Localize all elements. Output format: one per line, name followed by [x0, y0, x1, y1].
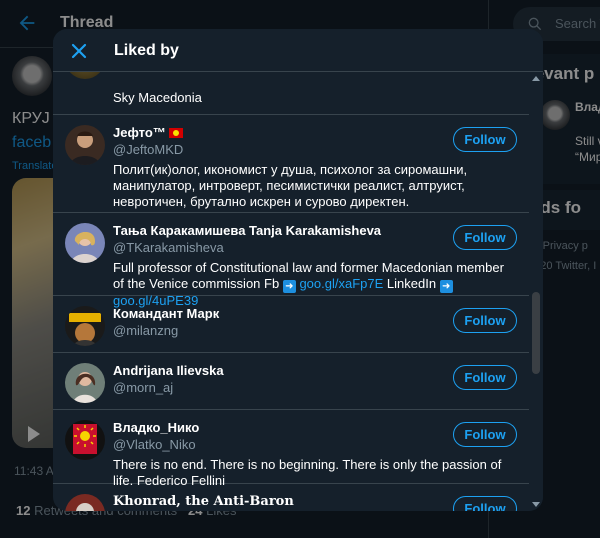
list-item[interactable]: Командант Марк @milanzng Follow	[53, 296, 529, 353]
scroll-up-icon[interactable]	[532, 76, 540, 81]
modal-title: Liked by	[114, 42, 179, 59]
modal-header: Liked by	[53, 29, 543, 72]
follow-button[interactable]: Follow	[453, 422, 517, 447]
list-item[interactable]: Владко_Нико @Vlatko_Niko There is no end…	[53, 410, 529, 488]
follow-button[interactable]: Follow	[453, 365, 517, 390]
scrollbar[interactable]	[529, 72, 543, 511]
follow-button[interactable]: Follow	[453, 127, 517, 152]
user-avatar[interactable]	[65, 363, 105, 403]
list-item[interactable]: Јефто™ @JeftoMKD Полит(ик)олог, икономис…	[53, 115, 529, 213]
close-icon[interactable]	[67, 39, 91, 63]
follow-button[interactable]: Follow	[453, 308, 517, 333]
user-bio: Sky Macedonia	[113, 90, 202, 105]
user-avatar[interactable]	[65, 72, 105, 79]
bio-link[interactable]: goo.gl/xaFp7E	[299, 276, 383, 291]
user-avatar[interactable]	[65, 306, 105, 346]
liked-by-modal: Liked by Sky Macedonia Јефто™ @JeftoMKD …	[53, 29, 543, 511]
right-arrow-icon: ➜	[439, 280, 453, 293]
user-avatar[interactable]	[65, 125, 105, 165]
list-item[interactable]: Andrijana Ilievska @morn_aj Follow	[53, 353, 529, 410]
scroll-down-icon[interactable]	[532, 502, 540, 507]
macedonia-flag-icon	[168, 128, 183, 138]
follow-button[interactable]: Follow	[453, 225, 517, 250]
user-avatar[interactable]	[65, 420, 105, 460]
user-avatar[interactable]	[65, 494, 105, 511]
follow-button[interactable]: Follow	[453, 496, 517, 511]
user-avatar[interactable]	[65, 223, 105, 263]
list-item[interactable]: Тања Каракамишева Tanja Karakamisheva @T…	[53, 213, 529, 308]
liked-by-list[interactable]: Sky Macedonia Јефто™ @JeftoMKD Полит(ик)…	[53, 72, 529, 511]
list-item[interactable]: Khonrad, the Anti-Baron Follow	[53, 484, 529, 511]
list-item[interactable]: Sky Macedonia	[53, 72, 529, 115]
right-arrow-icon: ➜	[282, 280, 296, 293]
scrollbar-thumb[interactable]	[532, 292, 540, 374]
user-bio: Полит(ик)олог, икономист у душа, психоло…	[113, 162, 468, 209]
